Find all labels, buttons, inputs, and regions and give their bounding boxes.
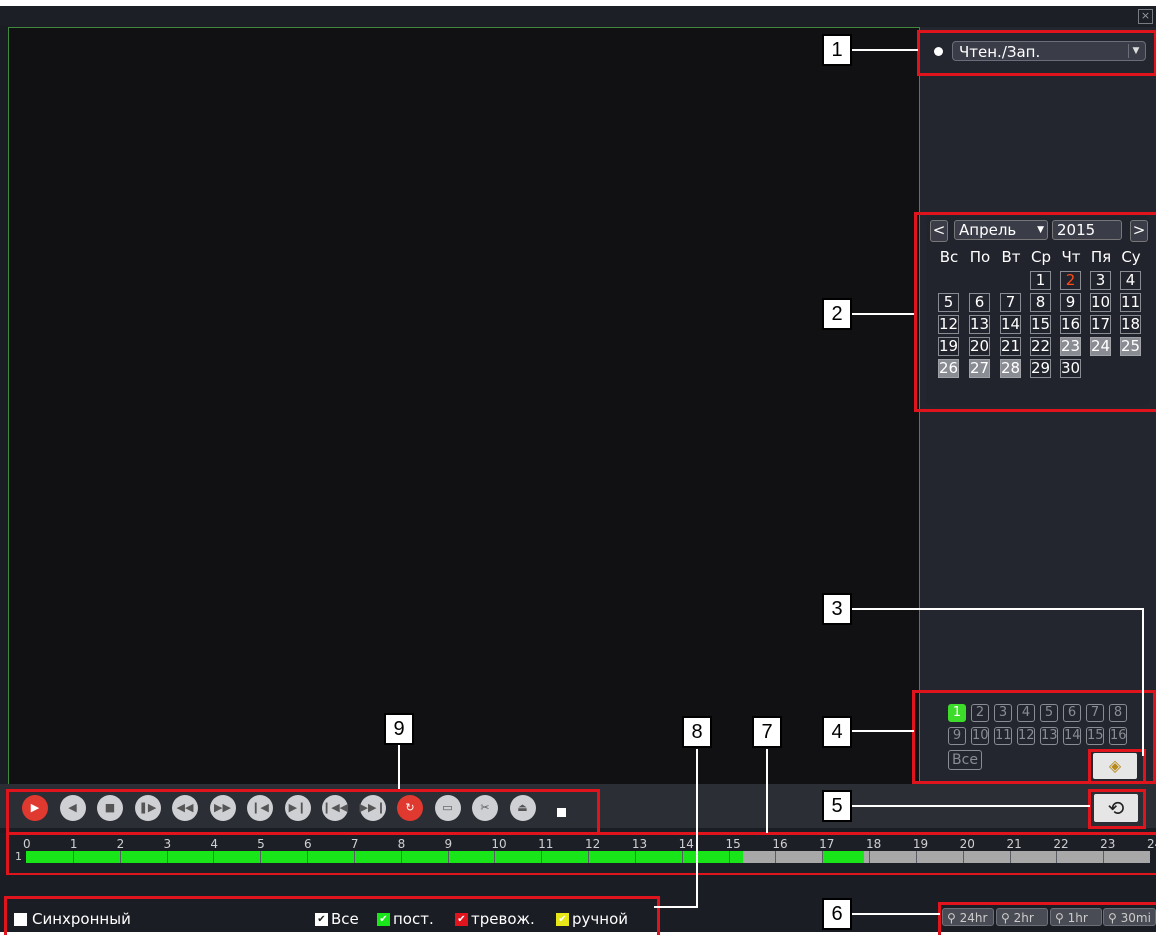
callout-6: 6 — [822, 898, 852, 930]
callout-7: 7 — [752, 716, 782, 748]
leader-line-6 — [852, 913, 940, 915]
highlight-box-2 — [914, 212, 1156, 412]
callout-5: 5 — [822, 790, 852, 822]
leader-line-3-down — [1142, 608, 1144, 756]
leader-line-9 — [398, 745, 400, 789]
leader-line-2 — [852, 313, 914, 315]
leader-line-5 — [852, 805, 1090, 807]
title-bar — [0, 6, 1156, 26]
callout-9: 9 — [384, 713, 414, 745]
leader-line-7 — [766, 749, 768, 833]
highlight-box-5 — [1088, 789, 1146, 829]
highlight-box-1 — [917, 30, 1156, 76]
highlight-box-7 — [6, 832, 1156, 876]
highlight-box-3 — [1088, 749, 1146, 785]
highlight-box-8 — [4, 896, 660, 935]
leader-line-8-left — [654, 906, 698, 908]
leader-line-1 — [852, 49, 918, 51]
video-playback-area[interactable] — [8, 27, 920, 785]
callout-2: 2 — [822, 298, 852, 330]
leader-line-8 — [696, 749, 698, 908]
callout-3: 3 — [822, 593, 852, 625]
highlight-box-9 — [6, 789, 600, 835]
leader-line-3 — [852, 608, 1144, 610]
callout-8: 8 — [682, 716, 712, 748]
leader-line-4 — [852, 730, 914, 732]
highlight-box-6 — [938, 902, 1156, 935]
close-icon[interactable]: × — [1138, 9, 1153, 24]
callout-1: 1 — [822, 34, 852, 66]
callout-4: 4 — [822, 716, 852, 748]
